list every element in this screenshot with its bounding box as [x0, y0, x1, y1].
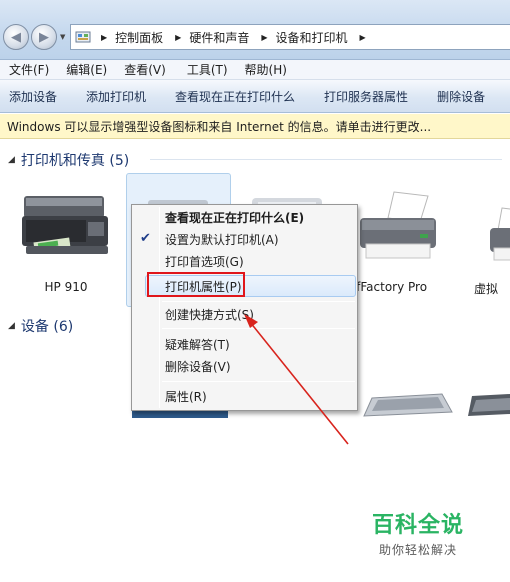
watermark-sub: 助你轻松解决 [379, 543, 458, 557]
watermark: 百科全说 助你轻松解决 [372, 507, 464, 558]
watermark-main: 百科全说 [372, 513, 465, 538]
annotation-arrow-icon [244, 314, 349, 445]
